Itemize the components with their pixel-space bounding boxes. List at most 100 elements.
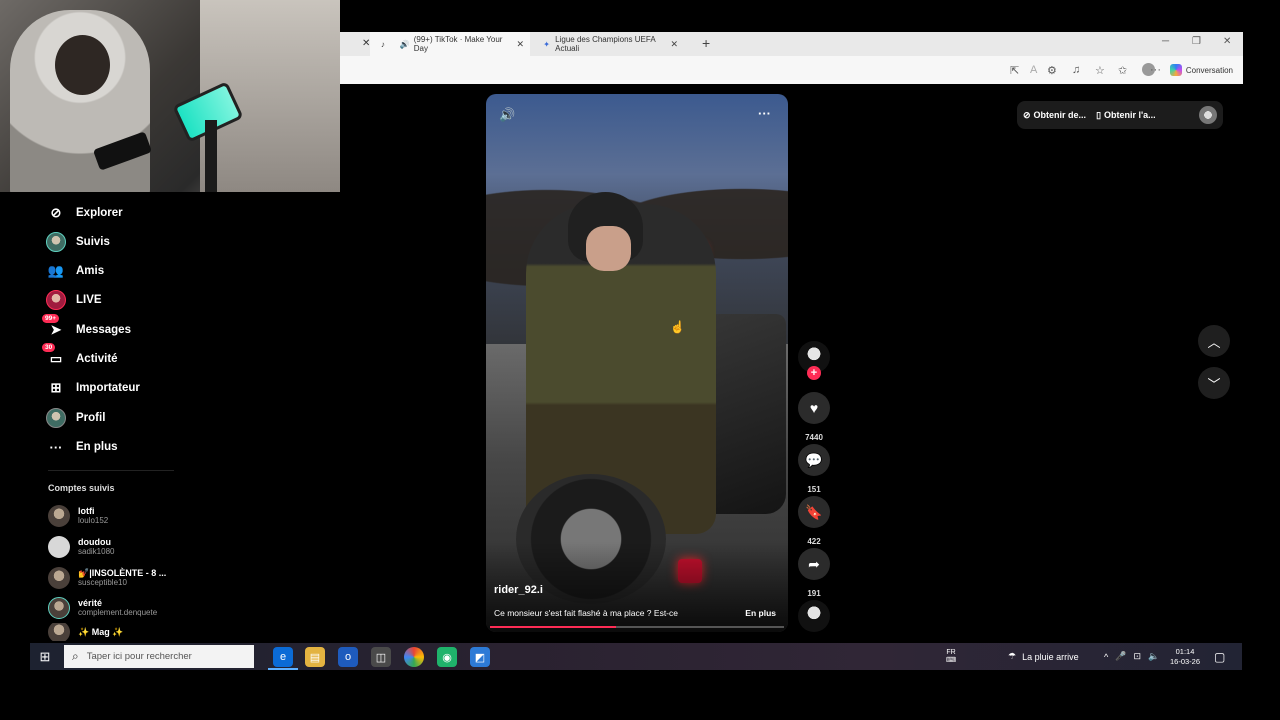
sidebar-item-messages[interactable]: ➤ 99+ Messages (42, 314, 131, 342)
following-account[interactable]: lotfi loulo152 (48, 503, 108, 529)
user-avatar[interactable] (1199, 106, 1217, 124)
windows-start-icon[interactable]: ⊞ (30, 643, 60, 670)
minimize-icon[interactable]: ─ (1162, 36, 1169, 47)
sidebar-item-amis[interactable]: 👥 Amis (46, 259, 104, 283)
open-app-icon[interactable]: ⇱ (1010, 64, 1019, 77)
pill-label: Obtenir l'a... (1104, 110, 1156, 120)
share-icon: ➦ (798, 548, 830, 580)
close-icon[interactable]: ✕ (670, 39, 678, 50)
account-handle: susceptible10 (78, 578, 127, 587)
sidebar-item-label: Amis (76, 265, 105, 277)
live-avatar (46, 290, 66, 310)
activity-badge: 30 (42, 343, 56, 352)
avatar (48, 567, 70, 589)
video-username[interactable]: rider_92.i (494, 584, 543, 596)
search-placeholder: Taper ici pour rechercher (86, 651, 192, 662)
microphone-icon[interactable]: 🎤 (1115, 651, 1126, 662)
sidebar-item-suivis[interactable]: Suivis (46, 230, 110, 254)
windows-taskbar: ⊞ ⌕ Taper ici pour rechercher e ▤ o ◫ ◉ … (30, 643, 1242, 670)
sidebar-item-label: Explorer (76, 207, 123, 219)
favorite-star-icon[interactable]: ☆ (1095, 64, 1105, 77)
more-menu-icon[interactable]: ··· (1150, 64, 1161, 76)
get-coins-button[interactable]: ⊘ Obtenir de... (1023, 110, 1086, 121)
notifications-icon[interactable]: ▢ (1214, 643, 1225, 670)
more-icon: ··· (49, 439, 63, 455)
plus-square-icon: ⊞ (50, 380, 62, 395)
following-section-title: Comptes suivis (48, 483, 115, 493)
sidebar-item-importateur[interactable]: ⊞ Importateur (46, 376, 140, 400)
sidebar-item-en-plus[interactable]: ··· En plus (46, 435, 118, 459)
sidebar-item-activite[interactable]: ▭ 30 Activité (42, 343, 118, 371)
outlook-icon[interactable]: o (338, 647, 358, 667)
tab-label: (99+) TikTok · Make Your Day (413, 35, 503, 53)
network-icon[interactable]: ⊡ (1133, 651, 1141, 662)
get-app-button[interactable]: ▯ Obtenir l'a... (1096, 110, 1156, 121)
browser-app-icon[interactable]: ◩ (470, 647, 490, 667)
following-account[interactable]: doudou sadik1080 (48, 534, 114, 560)
file-explorer-icon[interactable]: ▤ (305, 647, 325, 667)
close-icon[interactable]: ✕ (516, 39, 524, 50)
video-caption: Ce monsieur s'est fait flashé à ma place… (494, 608, 678, 618)
uefa-icon: ✦ (543, 39, 550, 49)
follow-plus-icon[interactable]: + (807, 366, 821, 380)
music-disc-icon (798, 600, 830, 632)
chrome-icon[interactable] (404, 647, 424, 667)
app-icon[interactable]: ◉ (437, 647, 457, 667)
next-video-button[interactable]: ﹀ (1198, 367, 1230, 399)
avatar (48, 536, 70, 558)
new-tab-icon[interactable]: + (702, 35, 710, 51)
creator-avatar-button[interactable]: + (798, 341, 830, 380)
favorites-icon[interactable]: ✩ (1118, 64, 1127, 77)
search-icon: ⌕ (72, 649, 79, 663)
translate-icon[interactable]: A (1030, 64, 1037, 76)
language-indicator[interactable]: FR ⌨ (946, 643, 956, 670)
bookmark-icon: 🔖 (798, 496, 830, 528)
restore-icon[interactable]: ❐ (1192, 36, 1201, 47)
sidebar-item-explorer[interactable]: ⊘ Explorer (46, 201, 123, 225)
sidebar-item-label: Suivis (76, 236, 110, 248)
clock[interactable]: 01:14 16-03-26 (1170, 643, 1200, 670)
phone-icon: ▯ (1096, 109, 1102, 120)
following-account[interactable]: 💅|INSOLÈNTE - 8 ... susceptible10 (48, 565, 166, 591)
weather-widget[interactable]: ☂ La pluie arrive (1008, 643, 1079, 670)
video-more-button[interactable]: En plus (745, 608, 776, 618)
save-button[interactable]: 🔖 422 (798, 496, 830, 546)
browser-toolbar: ⇱ A ♫ ⚙ ☆ ✩ ··· Conversation (340, 56, 1243, 84)
sidebar-item-profil[interactable]: Profil (46, 406, 105, 430)
top-right-bar: ⊘ Obtenir de... ▯ Obtenir l'a... (1017, 101, 1223, 129)
copilot-conversation-button[interactable]: Conversation (1169, 64, 1233, 76)
friends-icon: 👥 (47, 263, 65, 278)
previous-video-button[interactable]: ︿ (1198, 325, 1230, 357)
edge-icon[interactable]: e (273, 647, 293, 667)
sound-disc-button[interactable] (798, 600, 830, 632)
store-icon[interactable]: ◫ (371, 647, 391, 667)
taskbar-search[interactable]: ⌕ Taper ici pour rechercher (64, 645, 254, 668)
comment-icon: 💬 (798, 444, 830, 476)
avatar (48, 597, 70, 619)
extension-icon[interactable]: ⚙ (1047, 64, 1057, 77)
window-close-icon[interactable]: ✕ (1223, 36, 1231, 47)
volume-icon[interactable]: 🔈 (1148, 651, 1159, 662)
volume-icon[interactable]: 🔊 (499, 107, 515, 123)
sidebar-item-label: LIVE (76, 294, 102, 306)
comment-button[interactable]: 💬 151 (798, 444, 830, 494)
video-face (586, 226, 631, 271)
following-account[interactable]: ✨ Mag ✨ (48, 623, 123, 641)
read-aloud-icon[interactable]: ♫ (1072, 64, 1080, 76)
following-account[interactable]: vérité complement.denquete (48, 595, 157, 621)
tab-tiktok[interactable]: ♪ 🔊 (99+) TikTok · Make Your Day ✕ (370, 32, 530, 56)
speaker-icon[interactable]: 🔊 (400, 39, 410, 49)
more-options-icon[interactable]: ··· (758, 106, 771, 121)
sidebar-item-label: Activité (76, 353, 118, 365)
system-tray: ^ 🎤 ⊡ 🔈 (1104, 643, 1159, 670)
inbox-icon: ▭ 30 (42, 343, 66, 369)
tab-uefa[interactable]: ✦ Ligue des Champions UEFA Actuali ✕ (534, 32, 684, 56)
video-player[interactable]: 🔊 ··· ☝ rider_92.i Ce monsieur s'est fai… (486, 94, 788, 632)
tab-label: Ligue des Champions UEFA Actuali (555, 35, 656, 53)
chevron-up-icon[interactable]: ^ (1104, 652, 1108, 662)
video-progress[interactable] (490, 626, 784, 628)
share-button[interactable]: ➦ 191 (798, 548, 830, 598)
like-button[interactable]: ♥ 7440 (798, 392, 830, 442)
sidebar-item-live[interactable]: LIVE (46, 288, 102, 312)
account-name: lotfi (78, 506, 95, 516)
